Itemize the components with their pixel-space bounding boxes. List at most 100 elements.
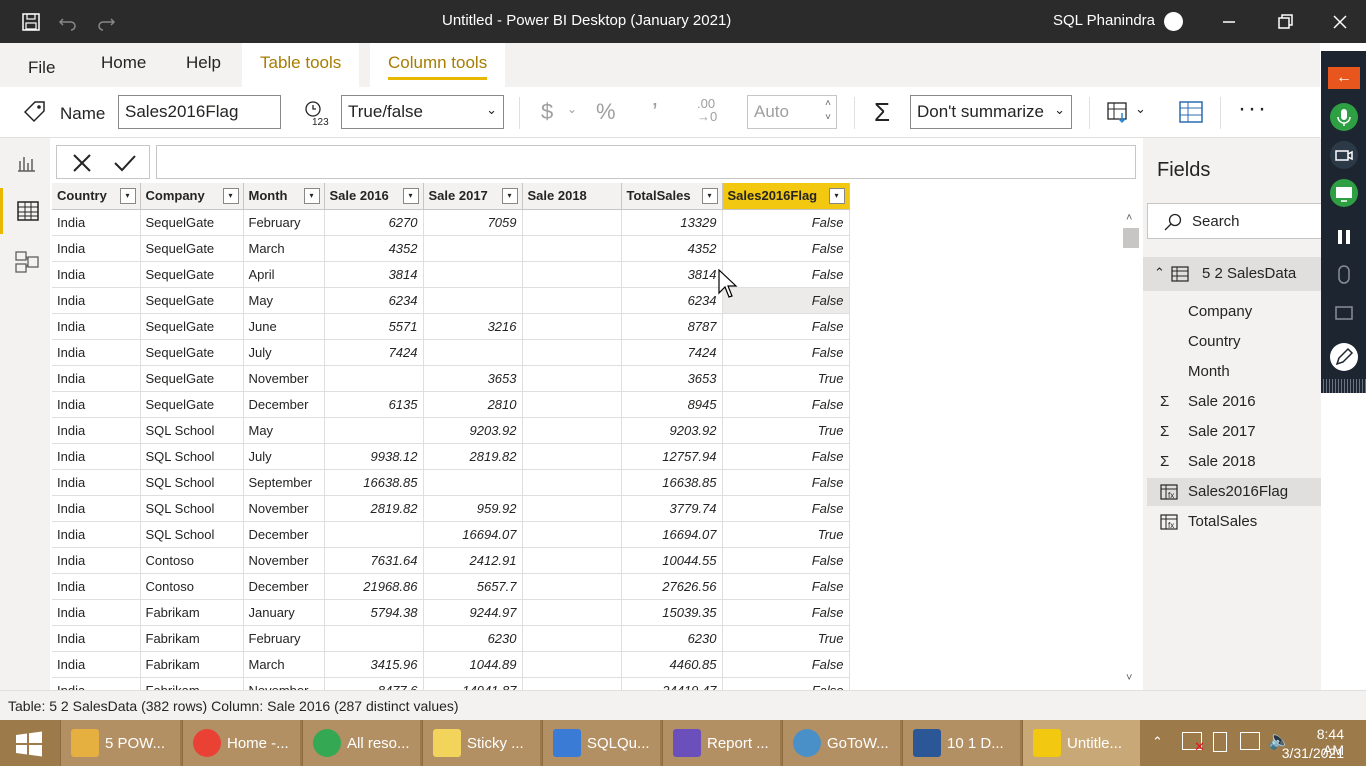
table-cell[interactable]: False: [722, 261, 850, 288]
table-cell[interactable]: SequelGate: [140, 339, 244, 366]
microphone-icon[interactable]: [1330, 103, 1358, 131]
table-cell[interactable]: True: [722, 625, 850, 652]
table-cell[interactable]: 4352: [324, 235, 424, 262]
more-options-icon[interactable]: ···: [1238, 95, 1268, 123]
table-cell[interactable]: 15039.35: [621, 599, 723, 626]
table-cell[interactable]: December: [243, 521, 325, 548]
table-cell[interactable]: 3814: [324, 261, 424, 288]
column-header[interactable]: Sale 2017 ▾: [423, 183, 523, 210]
field-sales2016flag[interactable]: Sales2016Flag: [1188, 483, 1288, 500]
table-cell[interactable]: Contoso: [140, 573, 244, 600]
table-cell[interactable]: 12757.94: [621, 443, 723, 470]
table-cell[interactable]: [423, 469, 523, 496]
table-cell[interactable]: SequelGate: [140, 313, 244, 340]
table-cell[interactable]: 2810: [423, 391, 523, 418]
table-cell[interactable]: [522, 495, 622, 522]
table-cell[interactable]: May: [243, 417, 325, 444]
table-cell[interactable]: India: [52, 521, 141, 548]
field-sale-2017[interactable]: Sale 2017: [1188, 423, 1256, 440]
table-cell[interactable]: February: [243, 209, 325, 236]
table-cell[interactable]: April: [243, 261, 325, 288]
table-cell[interactable]: 9938.12: [324, 443, 424, 470]
clock-date[interactable]: 3/31/2021: [1276, 745, 1344, 761]
table-cell[interactable]: 14941.87: [423, 677, 523, 690]
table-cell[interactable]: [324, 625, 424, 652]
table-cell[interactable]: True: [722, 521, 850, 548]
taskbar-item[interactable]: Home -...: [182, 720, 300, 766]
scroll-thumb[interactable]: [1123, 228, 1139, 248]
table-cell[interactable]: June: [243, 313, 325, 340]
table-cell[interactable]: India: [52, 599, 141, 626]
table-cell[interactable]: Fabrikam: [140, 677, 244, 690]
table-cell[interactable]: 8787: [621, 313, 723, 340]
table-cell[interactable]: False: [722, 443, 850, 470]
table-cell[interactable]: False: [722, 573, 850, 600]
data-view-button[interactable]: [0, 188, 50, 234]
taskbar-item[interactable]: Sticky ...: [422, 720, 540, 766]
table-cell[interactable]: 2819.82: [324, 495, 424, 522]
filter-dropdown-icon[interactable]: ▾: [701, 188, 718, 204]
table-cell[interactable]: 7631.64: [324, 547, 424, 574]
taskbar-item[interactable]: 10 1 D...: [902, 720, 1020, 766]
taskbar-item[interactable]: Report ...: [662, 720, 780, 766]
field-sale-2016[interactable]: Sale 2016: [1188, 393, 1256, 410]
table-cell[interactable]: 7424: [621, 339, 723, 366]
table-cell[interactable]: [522, 677, 622, 690]
column-header[interactable]: Country ▾: [52, 183, 141, 210]
save-icon[interactable]: [20, 11, 42, 33]
table-cell[interactable]: 7424: [324, 339, 424, 366]
name-input[interactable]: Sales2016Flag: [118, 95, 281, 129]
table-cell[interactable]: 3216: [423, 313, 523, 340]
table-cell[interactable]: [522, 469, 622, 496]
filter-dropdown-icon[interactable]: ▾: [222, 188, 239, 204]
menu-help[interactable]: Help: [182, 53, 225, 87]
table-cell[interactable]: False: [722, 469, 850, 496]
screen-share-icon[interactable]: [1330, 179, 1358, 207]
table-cell[interactable]: [522, 625, 622, 652]
table-cell[interactable]: SequelGate: [140, 391, 244, 418]
table-cell[interactable]: False: [722, 235, 850, 262]
table-node[interactable]: ⌃ 5 2 SalesData: [1143, 257, 1321, 291]
table-cell[interactable]: 3415.96: [324, 651, 424, 678]
filter-dropdown-icon[interactable]: ▾: [402, 188, 419, 204]
table-cell[interactable]: 5657.7: [423, 573, 523, 600]
table-cell[interactable]: False: [722, 391, 850, 418]
table-cell[interactable]: [522, 339, 622, 366]
table-cell[interactable]: [324, 417, 424, 444]
column-header[interactable]: Sale 2018: [522, 183, 622, 210]
table-cell[interactable]: 4460.85: [621, 651, 723, 678]
back-arrow-icon[interactable]: ←: [1328, 67, 1360, 89]
field-totalsales[interactable]: TotalSales: [1188, 513, 1257, 530]
table-cell[interactable]: SequelGate: [140, 261, 244, 288]
report-view-button[interactable]: [0, 138, 50, 184]
table-cell[interactable]: [324, 521, 424, 548]
table-cell[interactable]: SequelGate: [140, 365, 244, 392]
table-cell[interactable]: SequelGate: [140, 287, 244, 314]
table-cell[interactable]: India: [52, 625, 141, 652]
table-cell[interactable]: July: [243, 443, 325, 470]
table-cell[interactable]: False: [722, 599, 850, 626]
table-cell[interactable]: 3779.74: [621, 495, 723, 522]
scroll-up-icon[interactable]: ˄: [1126, 212, 1132, 224]
table-cell[interactable]: India: [52, 443, 141, 470]
table-cell[interactable]: [522, 313, 622, 340]
menu-home[interactable]: Home: [97, 53, 150, 87]
table-cell[interactable]: India: [52, 339, 141, 366]
table-cell[interactable]: 10044.55: [621, 547, 723, 574]
chevron-up-icon[interactable]: ⌃: [1152, 734, 1163, 750]
table-cell[interactable]: False: [722, 547, 850, 574]
table-cell[interactable]: False: [722, 651, 850, 678]
table-cell[interactable]: India: [52, 417, 141, 444]
table-cell[interactable]: [423, 235, 523, 262]
close-icon[interactable]: [1329, 11, 1351, 33]
cancel-icon[interactable]: [71, 152, 93, 174]
table-cell[interactable]: November: [243, 365, 325, 392]
table-cell[interactable]: 2819.82: [423, 443, 523, 470]
camera-icon[interactable]: [1330, 141, 1358, 169]
commit-icon[interactable]: [113, 152, 137, 174]
menu-table-tools[interactable]: Table tools: [242, 43, 360, 87]
table-cell[interactable]: [522, 547, 622, 574]
table-cell[interactable]: [423, 339, 523, 366]
table-cell[interactable]: [522, 573, 622, 600]
table-cell[interactable]: November: [243, 547, 325, 574]
